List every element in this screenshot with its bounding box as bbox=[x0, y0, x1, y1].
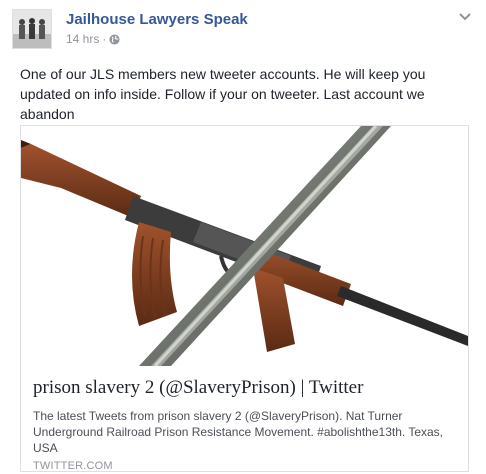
post-timestamp[interactable]: 14 hrs bbox=[66, 32, 99, 46]
link-domain: TWITTER.COM bbox=[33, 460, 113, 472]
meta-separator: · bbox=[102, 32, 107, 46]
globe-icon[interactable] bbox=[109, 33, 120, 45]
facebook-post: Jailhouse Lawyers Speak 14 hrs · One of … bbox=[0, 0, 486, 474]
link-description: The latest Tweets from prison slavery 2 … bbox=[33, 409, 444, 455]
rifle-and-sword-image bbox=[21, 126, 468, 366]
link-title[interactable]: prison slavery 2 (@SlaveryPrison) | Twit… bbox=[33, 377, 463, 399]
page-name-link[interactable]: Jailhouse Lawyers Speak bbox=[66, 11, 248, 28]
post-body-text: One of our JLS members new tweeter accou… bbox=[20, 66, 426, 122]
link-preview-card[interactable]: prison slavery 2 (@SlaveryPrison) | Twit… bbox=[20, 125, 469, 472]
chevron-down-icon[interactable] bbox=[458, 12, 472, 22]
page-avatar[interactable] bbox=[12, 9, 52, 49]
link-preview-image[interactable] bbox=[21, 126, 468, 366]
post-meta: 14 hrs · bbox=[66, 32, 120, 46]
group-photo-icon bbox=[13, 10, 51, 48]
